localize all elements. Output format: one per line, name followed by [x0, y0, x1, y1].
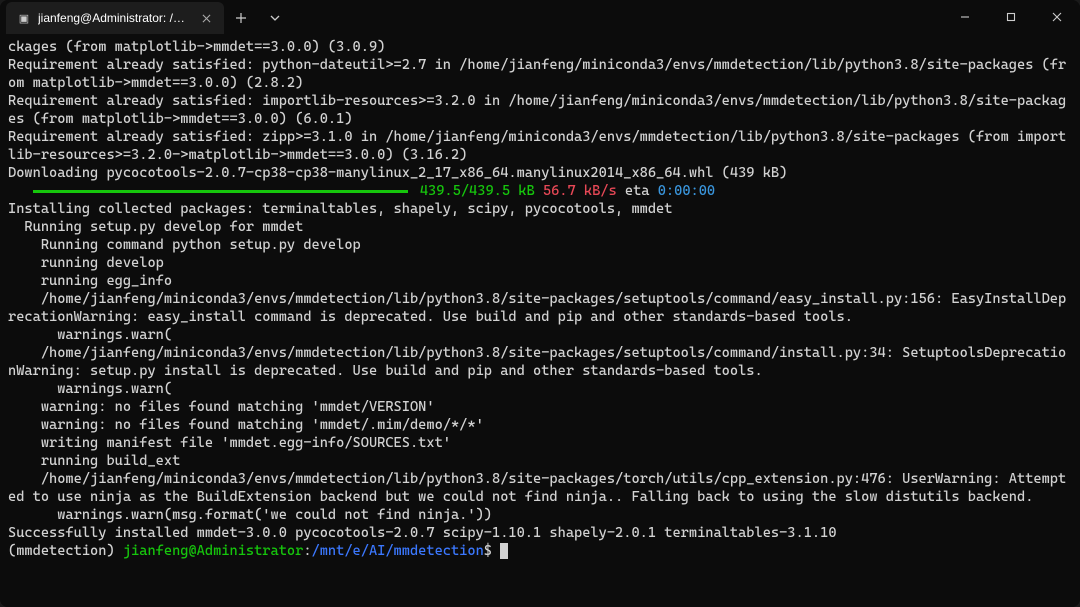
prompt-sep: :	[303, 543, 311, 559]
output-line: running build_ext	[8, 453, 180, 469]
output-line: /home/jianfeng/miniconda3/envs/mmdetecti…	[8, 471, 1066, 505]
output-line: warnings.warn(	[8, 381, 172, 397]
output-line: Downloading pycocotools-2.0.7-cp38-cp38-…	[8, 165, 787, 181]
output-line: Requirement already satisfied: importlib…	[8, 93, 1066, 127]
active-tab[interactable]: ▣ jianfeng@Administrator: /mn	[6, 2, 224, 34]
output-line: Successfully installed mmdet-3.0.0 pycoc…	[8, 525, 837, 541]
progress-eta-value: 0:00:00	[658, 183, 715, 199]
output-line: warnings.warn(	[8, 327, 172, 343]
prompt-env: mmdetection	[16, 543, 106, 559]
output-line: Requirement already satisfied: python-da…	[8, 57, 1066, 91]
titlebar: ▣ jianfeng@Administrator: /mn	[0, 0, 1080, 34]
minimize-button[interactable]	[942, 0, 988, 34]
progress-bar	[33, 190, 408, 193]
prompt-sigil: $	[484, 543, 500, 559]
tab-title: jianfeng@Administrator: /mn	[38, 11, 188, 25]
progress-speed: 56.7 kB/s	[543, 183, 617, 199]
progress-bytes: 439.5/439.5 kB	[420, 183, 535, 199]
output-line: Requirement already satisfied: zipp>=3.1…	[8, 129, 1066, 163]
output-line: warnings.warn(msg.format('we could not f…	[8, 507, 492, 523]
new-tab-button[interactable]	[224, 2, 258, 34]
prompt-env-open: (	[8, 543, 16, 559]
prompt-cwd: /mnt/e/AI/mmdetection	[312, 543, 484, 559]
output-line: running develop	[8, 255, 164, 271]
terminal-window: ▣ jianfeng@Administrator: /mn ckages (	[0, 0, 1080, 607]
tab-dropdown-button[interactable]	[258, 2, 292, 34]
output-line: warning: no files found matching 'mmdet/…	[8, 399, 435, 415]
terminal-viewport[interactable]: ckages (from matplotlib->mmdet==3.0.0) (…	[0, 34, 1080, 607]
prompt-user-host: jianfeng@Administrator	[123, 543, 303, 559]
progress-line: 439.5/439.5 kB 56.7 kB/s eta 0:00:00	[8, 183, 715, 199]
tab-close-button[interactable]	[198, 10, 214, 26]
prompt-env-close: )	[106, 543, 122, 559]
window-controls	[942, 0, 1080, 34]
output-line: /home/jianfeng/miniconda3/envs/mmdetecti…	[8, 291, 1066, 325]
prompt-line: (mmdetection) jianfeng@Administrator:/mn…	[8, 543, 508, 559]
output-line: /home/jianfeng/miniconda3/envs/mmdetecti…	[8, 345, 1066, 379]
output-line: ckages (from matplotlib->mmdet==3.0.0) (…	[8, 39, 385, 55]
terminal-output: ckages (from matplotlib->mmdet==3.0.0) (…	[8, 38, 1072, 560]
cursor[interactable]	[500, 543, 508, 559]
progress-eta-label: eta	[625, 183, 650, 199]
output-line: running egg_info	[8, 273, 172, 289]
maximize-button[interactable]	[988, 0, 1034, 34]
terminal-icon: ▣	[16, 10, 32, 26]
output-line: warning: no files found matching 'mmdet/…	[8, 417, 484, 433]
output-line: Installing collected packages: terminalt…	[8, 201, 672, 217]
output-line: Running setup.py develop for mmdet	[8, 219, 303, 235]
output-line: writing manifest file 'mmdet.egg-info/SO…	[8, 435, 451, 451]
output-line: Running command python setup.py develop	[8, 237, 361, 253]
close-button[interactable]	[1034, 0, 1080, 34]
